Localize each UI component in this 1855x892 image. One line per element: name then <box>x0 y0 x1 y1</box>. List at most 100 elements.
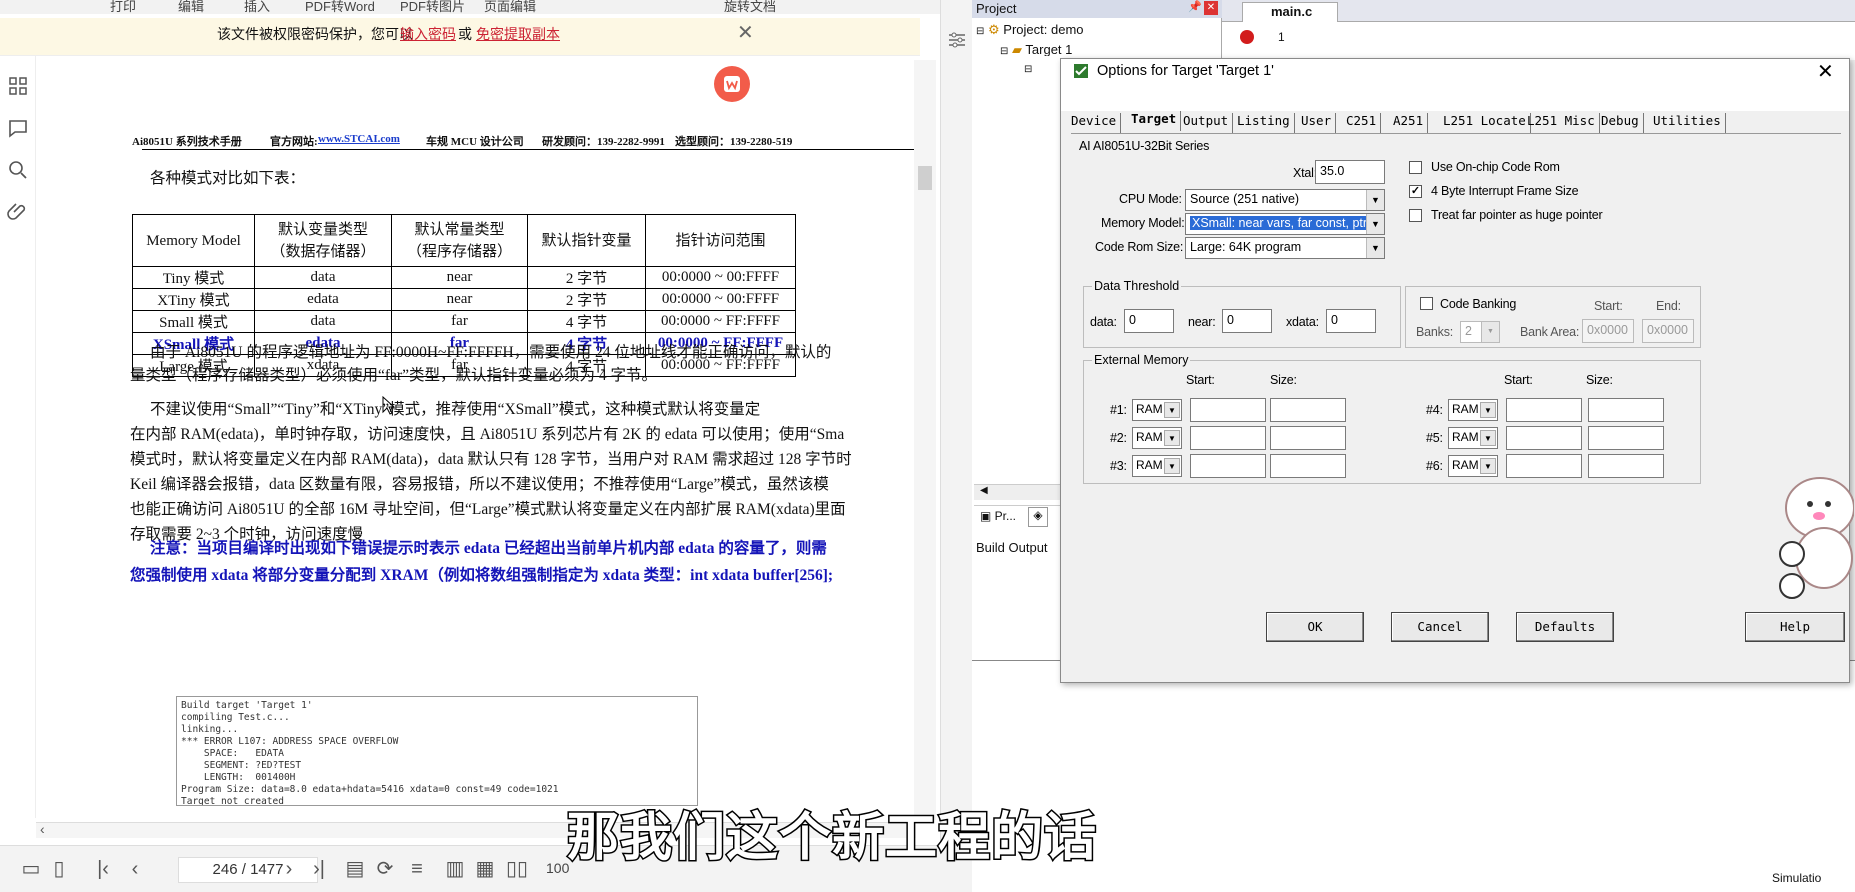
two-page-icon[interactable]: ▯▯ <box>506 858 528 880</box>
book-view-icon[interactable]: ▦ <box>474 858 496 880</box>
menu-rotate[interactable]: 旋转文档 <box>724 0 776 14</box>
menu-page-edit[interactable]: 页面编辑 <box>484 0 536 14</box>
menu-pdf-to-word[interactable]: PDF转Word <box>305 0 375 14</box>
cpu-mode-select[interactable]: Source (251 native) ▼ <box>1185 189 1385 211</box>
menu-print[interactable]: 打印 <box>110 0 136 14</box>
tree-target[interactable]: ⊟ ▰ Target 1 <box>1000 42 1072 56</box>
tree-expander-icon[interactable]: ⊟ <box>1024 64 1032 75</box>
search-icon[interactable] <box>6 158 30 182</box>
extract-copy-link[interactable]: 免密提取副本 <box>476 24 560 44</box>
data-input[interactable]: 0 <box>1124 309 1174 333</box>
tab-debug[interactable]: Debug <box>1601 113 1644 133</box>
zoom-level[interactable]: 100 <box>546 860 569 876</box>
close-icon[interactable]: ✕ <box>1204 1 1218 15</box>
tab-c251[interactable]: C251 <box>1346 113 1382 133</box>
chevron-down-icon[interactable]: ▼ <box>1164 458 1180 474</box>
ram-type-select[interactable]: RAM ▼ <box>1132 399 1182 421</box>
ram-size-input[interactable] <box>1588 398 1664 422</box>
ram-type-select[interactable]: RAM ▼ <box>1448 427 1498 449</box>
tab-books-icon[interactable]: ◈ <box>1028 507 1048 527</box>
use-onchip-checkbox[interactable] <box>1409 161 1422 174</box>
comment-icon[interactable] <box>6 116 30 140</box>
treat-far-checkbox[interactable] <box>1409 209 1422 222</box>
scroll-left-icon[interactable]: ◀ <box>980 485 988 496</box>
code-rom-select[interactable]: Large: 64K program ▼ <box>1185 237 1385 259</box>
ram-start-input[interactable] <box>1506 398 1582 422</box>
cancel-button[interactable]: Cancel <box>1391 612 1489 642</box>
ok-button[interactable]: OK <box>1266 612 1364 642</box>
menu-insert[interactable]: 插入 <box>244 0 270 14</box>
four-byte-checkbox[interactable]: ✓ <box>1409 185 1422 198</box>
code-banking-checkbox[interactable] <box>1420 297 1433 310</box>
ram-start-input[interactable] <box>1506 426 1582 450</box>
chevron-down-icon[interactable]: ▼ <box>1366 238 1384 258</box>
enter-password-link[interactable]: 输入密码 <box>400 24 456 44</box>
chevron-down-icon[interactable]: ▼ <box>1480 402 1496 418</box>
continuous-icon[interactable]: ≡ <box>406 858 428 880</box>
chevron-down-icon[interactable]: ▼ <box>1164 430 1180 446</box>
tab-device[interactable]: Device <box>1071 113 1122 133</box>
ram-size-input[interactable] <box>1270 426 1346 450</box>
ram-type-select[interactable]: RAM ▼ <box>1448 455 1498 477</box>
settings-sliders-icon[interactable] <box>947 30 967 50</box>
ram-size-input[interactable] <box>1270 398 1346 422</box>
near-input[interactable]: 0 <box>1222 309 1272 333</box>
ram-start-input[interactable] <box>1190 426 1266 450</box>
memory-model-select[interactable]: XSmall: near vars, far const, ptr-4 ▼ <box>1185 213 1385 235</box>
ram-size-input[interactable] <box>1588 426 1664 450</box>
ram-type-select[interactable]: RAM ▼ <box>1132 427 1182 449</box>
tab-user[interactable]: User <box>1301 113 1337 133</box>
chevron-down-icon[interactable]: ▼ <box>1480 458 1496 474</box>
prev-page-button[interactable]: ‹ <box>124 858 146 880</box>
tab-output[interactable]: Output <box>1183 113 1234 133</box>
pin-icon[interactable]: 📌 <box>1188 0 1202 13</box>
ram-start-input[interactable] <box>1506 454 1582 478</box>
pdf-vertical-scrollbar[interactable] <box>914 60 936 820</box>
close-icon[interactable]: ✕ <box>737 20 754 45</box>
chevron-down-icon[interactable]: ▼ <box>1481 322 1499 342</box>
xtal-input[interactable]: 35.0 <box>1315 160 1385 184</box>
thumbnails-icon[interactable] <box>6 74 30 98</box>
next-page-button[interactable]: › <box>278 858 300 880</box>
last-page-button[interactable]: ›| <box>308 858 330 880</box>
single-page-icon[interactable]: ▤ <box>344 858 366 880</box>
tab-project[interactable]: ▣ Pr... <box>980 509 1016 523</box>
ram-start-input[interactable] <box>1190 454 1266 478</box>
chevron-down-icon[interactable]: ▼ <box>1366 214 1384 234</box>
rotate-icon[interactable]: ⟳ <box>374 858 396 880</box>
help-button[interactable]: Help <box>1745 612 1845 642</box>
breakpoint-icon[interactable] <box>1240 30 1254 44</box>
chevron-down-icon[interactable]: ▼ <box>1164 402 1180 418</box>
tab-l251-locate[interactable]: L251 Locate <box>1443 113 1531 133</box>
menu-edit[interactable]: 编辑 <box>178 0 204 14</box>
fit-page-icon[interactable]: ▯ <box>48 858 70 880</box>
layout-icon[interactable]: ▥ <box>444 858 466 880</box>
tab-listing[interactable]: Listing <box>1237 113 1295 133</box>
scroll-thumb[interactable] <box>918 166 932 190</box>
attachment-icon[interactable] <box>6 200 30 224</box>
page-view-icon[interactable]: ▭ <box>20 858 42 880</box>
chevron-down-icon[interactable]: ▼ <box>1480 430 1496 446</box>
tab-target[interactable]: Target <box>1131 111 1182 131</box>
ram-type-select[interactable]: RAM ▼ <box>1448 399 1498 421</box>
tab-utilities[interactable]: Utilities <box>1653 113 1726 133</box>
chevron-down-icon[interactable]: ▼ <box>1366 190 1384 210</box>
first-page-button[interactable]: |‹ <box>92 858 114 880</box>
bank-area-start[interactable]: 0x0000 <box>1582 319 1634 343</box>
menu-pdf-to-image[interactable]: PDF转图片 <box>400 0 465 14</box>
tree-root[interactable]: ⊟ ⚙ Project: demo <box>976 22 1084 38</box>
ram-start-input[interactable] <box>1190 398 1266 422</box>
defaults-button[interactable]: Defaults <box>1516 612 1614 642</box>
banks-select[interactable]: 2 ▼ <box>1460 321 1500 343</box>
bank-area-end[interactable]: 0x0000 <box>1642 319 1694 343</box>
tab-main-c[interactable]: main.c <box>1242 2 1338 22</box>
close-icon[interactable]: ✕ <box>1817 59 1834 84</box>
tab-l251-misc[interactable]: L251 Misc <box>1527 113 1600 133</box>
scroll-left-icon[interactable]: ‹ <box>40 821 45 837</box>
tab-a251[interactable]: A251 <box>1393 113 1429 133</box>
ram-size-input[interactable] <box>1588 454 1664 478</box>
app-badge-icon[interactable] <box>712 64 752 104</box>
ram-size-input[interactable] <box>1270 454 1346 478</box>
site-link[interactable]: www.STCAI.com <box>318 133 400 145</box>
ram-type-select[interactable]: RAM ▼ <box>1132 455 1182 477</box>
